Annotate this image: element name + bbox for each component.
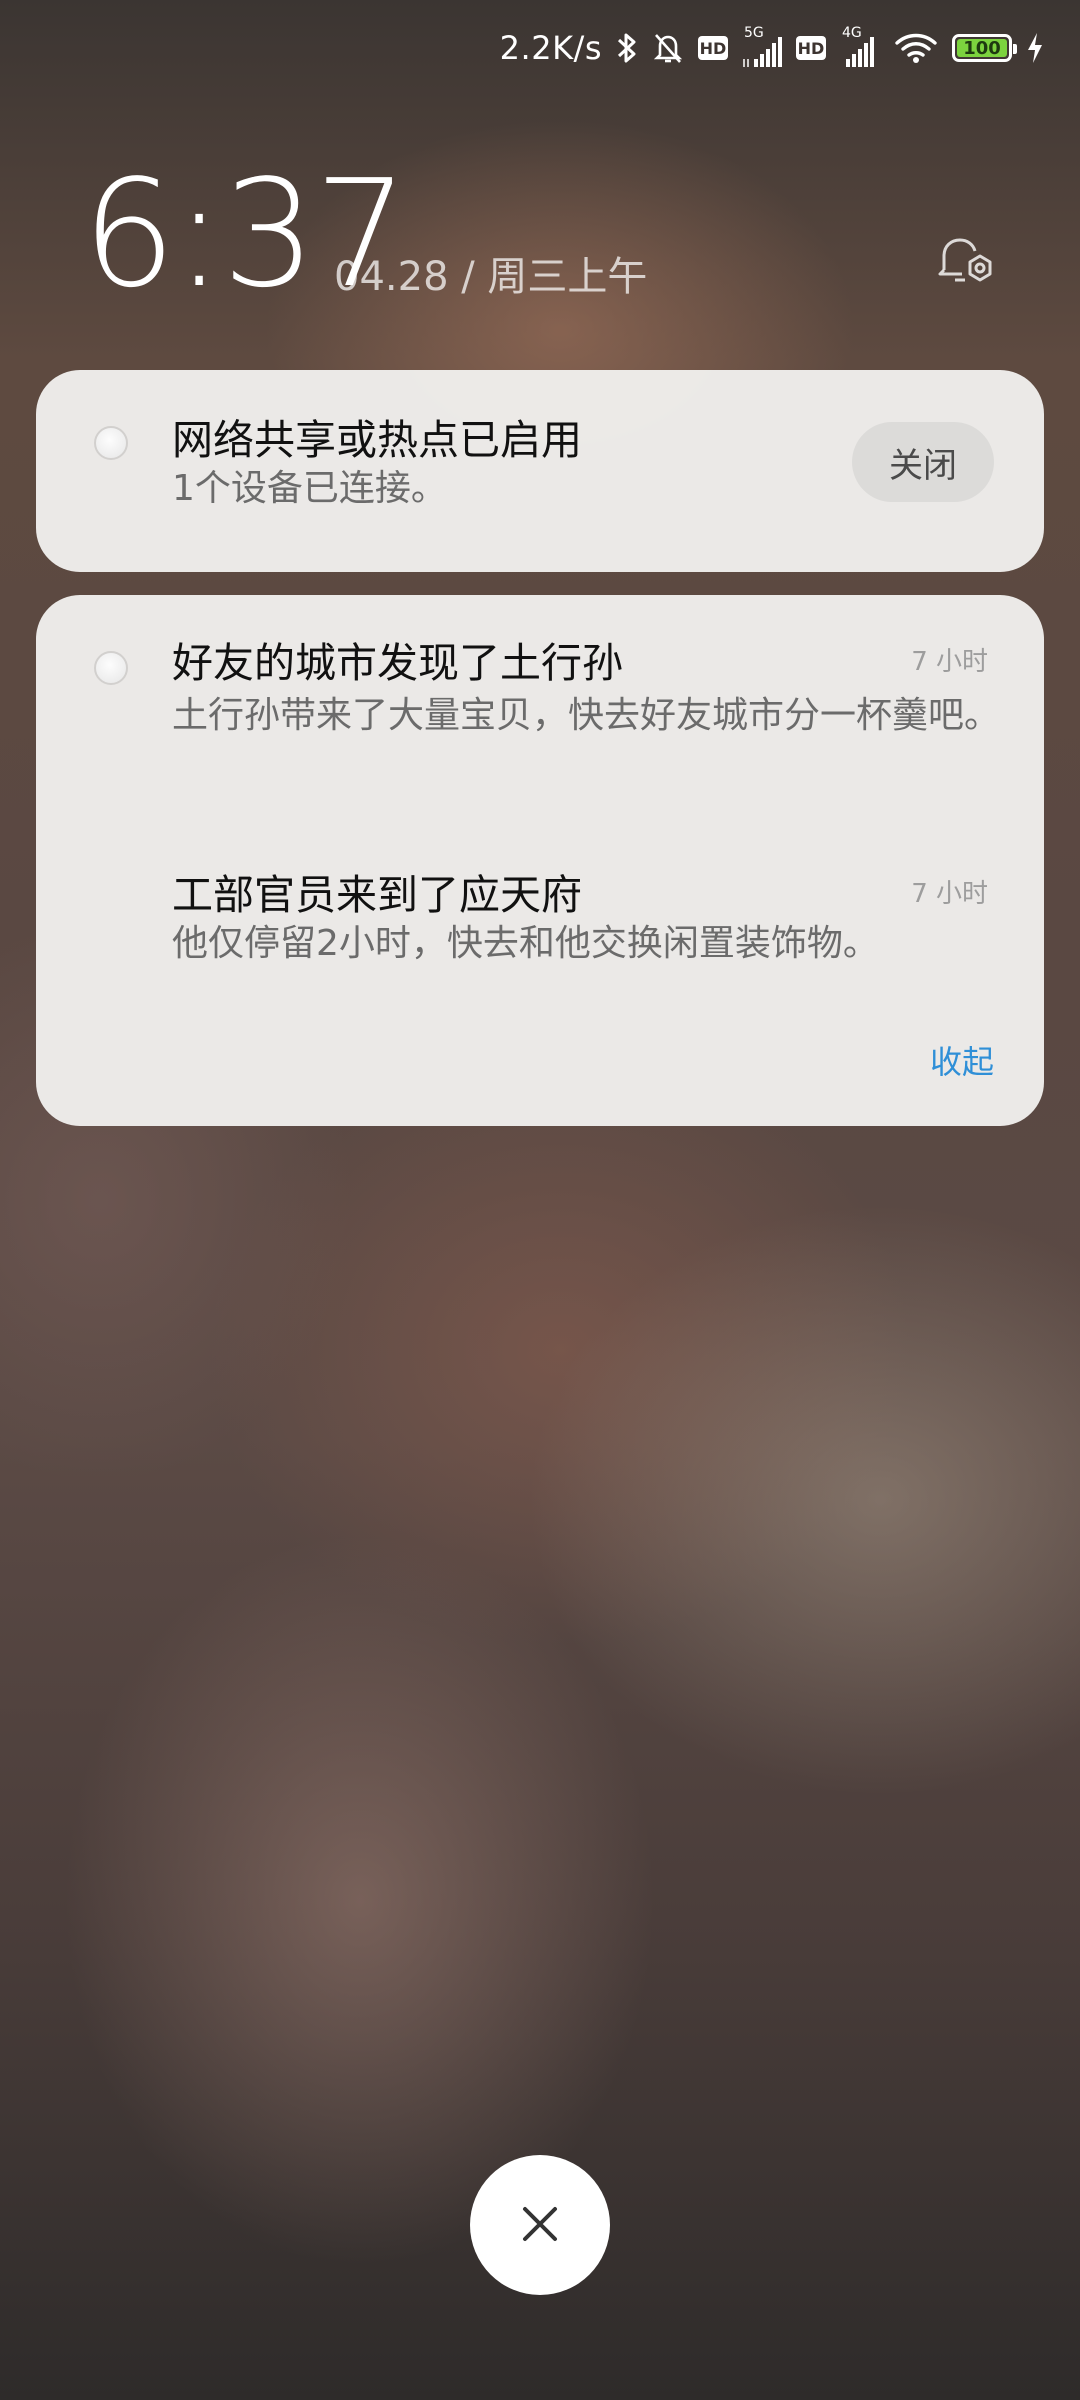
- notification-time: 7 小时: [911, 647, 988, 677]
- battery-icon: 100: [952, 34, 1017, 62]
- notification-time: 7 小时: [911, 879, 988, 909]
- hd-icon-2: HD: [796, 36, 826, 60]
- notification-title: 工部官员来到了应天府: [172, 871, 582, 919]
- hotspot-close-button[interactable]: 关闭: [852, 422, 994, 502]
- bell-off-icon: [652, 31, 684, 65]
- notification-body: 1个设备已连接。: [172, 468, 447, 509]
- hotspot-notification[interactable]: 网络共享或热点已启用 1个设备已连接。 关闭: [36, 370, 1044, 572]
- close-icon: [520, 2204, 560, 2247]
- clear-all-button[interactable]: [470, 2155, 610, 2295]
- app-icon-game: [94, 651, 128, 685]
- signal-icon: 5G: [742, 25, 782, 67]
- notification-body: 土行孙带来了大量宝贝，快去好友城市分一杯羹吧。: [172, 695, 1001, 736]
- lockscreen-date: 04.28 / 周三上午: [334, 254, 648, 300]
- wifi-icon: [894, 32, 938, 64]
- notification-body: 他仅停留2小时，快去和他交换闲置装饰物。: [172, 923, 879, 964]
- notification-settings-icon[interactable]: [934, 228, 998, 292]
- collapse-link[interactable]: 收起: [930, 1037, 994, 1083]
- charging-icon: [1026, 32, 1044, 64]
- notification-title: 好友的城市发现了土行孙: [172, 639, 623, 687]
- signal-icon-2: 4G: [840, 25, 880, 67]
- network-speed: 2.2K/s: [499, 29, 602, 67]
- hd-icon: HD: [698, 36, 728, 60]
- notification-title: 网络共享或热点已启用: [172, 416, 582, 464]
- status-bar: 2.2K/s HD 5G HD 4G 100: [500, 18, 1044, 78]
- bluetooth-icon: [616, 31, 638, 65]
- signal-label: 5G: [744, 25, 764, 41]
- battery-level: 100: [963, 37, 1001, 59]
- signal-label-2: 4G: [842, 25, 862, 41]
- game-notification-group[interactable]: 好友的城市发现了土行孙 7 小时 土行孙带来了大量宝贝，快去好友城市分一杯羹吧。…: [36, 595, 1044, 1126]
- app-icon: [94, 426, 128, 460]
